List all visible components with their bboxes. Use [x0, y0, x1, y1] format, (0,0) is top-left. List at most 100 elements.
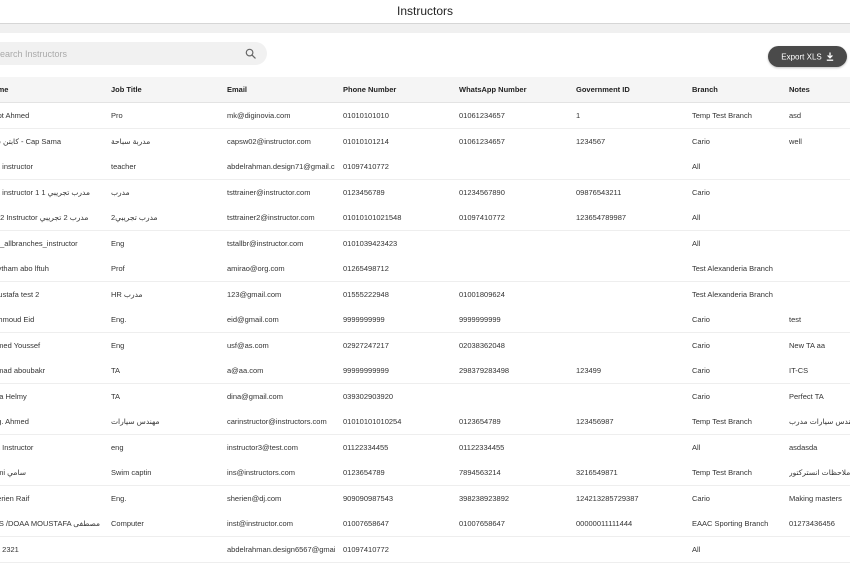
table-row[interactable]: test 2321 abdelrahman.design6567@gmai... 0… [0, 536, 850, 563]
cell-branch: Temp Test Branch [692, 417, 752, 426]
cell-job-title: HR مدرب [111, 289, 143, 299]
cell-name: test Instructor [0, 442, 34, 452]
search-icon[interactable] [245, 48, 256, 59]
cell-name: test instructor [0, 162, 34, 171]
cell-notes: asdasda [789, 442, 818, 452]
table-row[interactable]: Haytham abo lftuh Prof amirao@org.com 01265… [0, 256, 850, 282]
table-row[interactable]: كابتن سما - Cap Sama مدربة سباحة capsw02@i… [0, 128, 850, 155]
cell-email: inst@instructor.com [227, 519, 293, 528]
cell-job-title: Eng [111, 340, 125, 350]
column-header-phone[interactable]: Phone Number [343, 77, 451, 102]
cell-branch: Cario [692, 340, 710, 350]
table-row[interactable]: Moustafa test 2 HR مدرب 123@gmail.com 01555… [0, 281, 850, 308]
cell-job-title: مدرب تجريبي2 [111, 213, 158, 222]
cell-branch: All [692, 213, 701, 222]
cell-whatsapp: 01122334455 [459, 442, 505, 452]
cell-notes: مهندس سيارات مدرب [789, 417, 850, 426]
cell-branch: Temp Test Branch [692, 111, 752, 120]
cell-email: abdelrahman.design6567@gmai... [227, 544, 335, 554]
column-header-branch[interactable]: Branch [692, 77, 782, 102]
cell-government-id: 09876543211 [576, 187, 622, 197]
cell-name: Ahmed Youssef [0, 340, 41, 350]
cell-whatsapp: 01061234657 [459, 136, 505, 146]
cell-branch: Cario [692, 366, 710, 375]
cell-name: test instructor 1 مدرب تجريبي 1 [0, 187, 91, 197]
table-row[interactable]: test_allbranches_instructor Eng tstallbr@i… [0, 230, 850, 257]
cell-branch: EAAC Sporting Branch [692, 519, 769, 528]
table-row[interactable]: test2 Instructor مدرب 2 تجريبي مدرب تجريب… [0, 205, 850, 231]
cell-job-title: TA [111, 366, 121, 375]
table-row[interactable]: Mahmoud Eid Eng. eid@gmail.com 9999999999 99… [0, 307, 850, 333]
table-row[interactable]: test Instructor eng instructor3@test.com 01… [0, 434, 850, 461]
cell-email: tstallbr@instructor.com [227, 238, 304, 248]
cell-notes: IT-CS [789, 366, 809, 375]
cell-email: tsttrainer2@instructor.com [227, 213, 315, 222]
table-row[interactable]: Dina Helmy TA dina@gmail.com 039302903920 Ca… [0, 383, 850, 410]
cell-email: sherien@dj.com [227, 493, 282, 503]
export-xls-button[interactable]: Export XLS [768, 46, 847, 67]
cell-name: test2 Instructor مدرب 2 تجريبي [0, 213, 89, 222]
cell-whatsapp: 02038362048 [459, 340, 505, 350]
column-header-government-id[interactable]: Government ID [576, 77, 684, 102]
cell-job-title: مدربة سباحة [111, 136, 151, 146]
cell-phone: 0101039423423 [343, 238, 398, 248]
search-box [0, 42, 267, 65]
cell-name: Capt Ahmed [0, 111, 30, 120]
cell-branch: Cario [692, 187, 710, 197]
export-xls-label: Export XLS [781, 52, 822, 62]
cell-job-title: teacher [111, 162, 137, 171]
cell-government-id: 123456987 [576, 417, 614, 426]
table-row[interactable]: test instructor teacher abdelrahman.design… [0, 154, 850, 180]
page-title: Instructors [396, 4, 453, 18]
cell-phone: 01010101010254 [343, 417, 402, 426]
cell-name: Sami سامي [0, 468, 27, 477]
cell-phone: 01097410772 [343, 544, 389, 554]
cell-email: dina@gmail.com [227, 391, 283, 401]
cell-whatsapp: 01007658647 [459, 519, 505, 528]
cell-email: tsttrainer@instructor.com [227, 187, 311, 197]
cell-name: Dina Helmy [0, 391, 27, 401]
table-row[interactable]: Sherien Raif Eng. sherien@dj.com 9090909875… [0, 485, 850, 512]
cell-email: 123@gmail.com [227, 289, 282, 299]
cell-job-title: TA [111, 391, 121, 401]
download-icon [826, 52, 833, 62]
table-row[interactable]: Capt Ahmed Pro mk@diginovia.com 01010101010… [0, 103, 850, 129]
cell-branch: All [692, 162, 701, 171]
cell-email: a@aa.com [227, 366, 264, 375]
cell-name: كابتن سما - Cap Sama [0, 136, 62, 146]
cell-notes: Making masters [789, 493, 842, 503]
cell-branch: All [692, 238, 701, 248]
cell-name: test_allbranches_instructor [0, 238, 78, 248]
table-row[interactable]: Ahmad aboubakr TA a@aa.com 99999999999 29837… [0, 358, 850, 384]
table-row[interactable]: test instructor 1 مدرب تجريبي 1 مدرب tsttr… [0, 179, 850, 206]
top-app-bar: Instructors [0, 0, 850, 24]
column-header-email[interactable]: Email [227, 77, 335, 102]
cell-phone: 01010101021548 [343, 213, 402, 222]
cell-name: Mahmoud Eid [0, 315, 35, 324]
cell-name: test 2321 [0, 544, 19, 554]
cell-branch: Cario [692, 493, 710, 503]
table-header: Name Job Title Email Phone Number WhatsA… [0, 77, 850, 103]
cell-job-title: مدرب [111, 187, 130, 197]
cell-name: DRS /DOAA MOUSTAFA دعاء مصطفى [0, 519, 101, 528]
cell-name: Moustafa test 2 [0, 289, 40, 299]
table-row[interactable]: DRS /DOAA MOUSTAFA دعاء مصطفى Computer ins… [0, 511, 850, 537]
cell-phone: 01007658647 [343, 519, 389, 528]
cell-job-title: Prof [111, 264, 125, 273]
cell-phone: 01555222948 [343, 289, 389, 299]
cell-job-title: Eng [111, 238, 125, 248]
column-header-name[interactable]: Name [0, 77, 101, 102]
column-header-job-title[interactable]: Job Title [111, 77, 219, 102]
table-row[interactable]: Eng. Ahmed مهندس سيارات carinstructor@inst… [0, 409, 850, 435]
cell-whatsapp: 01061234657 [459, 111, 505, 120]
header-divider-strip [0, 24, 850, 33]
table-row[interactable]: Sami سامي Swim captin ins@instructors.com 0… [0, 460, 850, 486]
cell-whatsapp: 01097410772 [459, 213, 505, 222]
table-row[interactable]: Ahmed Youssef Eng usf@as.com 02927247217 020… [0, 332, 850, 359]
cell-email: amirao@org.com [227, 264, 285, 273]
search-input[interactable] [0, 42, 234, 65]
cell-branch: All [692, 544, 701, 554]
column-header-notes[interactable]: Notes [789, 77, 850, 102]
column-header-whatsapp[interactable]: WhatsApp Number [459, 77, 567, 102]
cell-email: usf@as.com [227, 340, 269, 350]
